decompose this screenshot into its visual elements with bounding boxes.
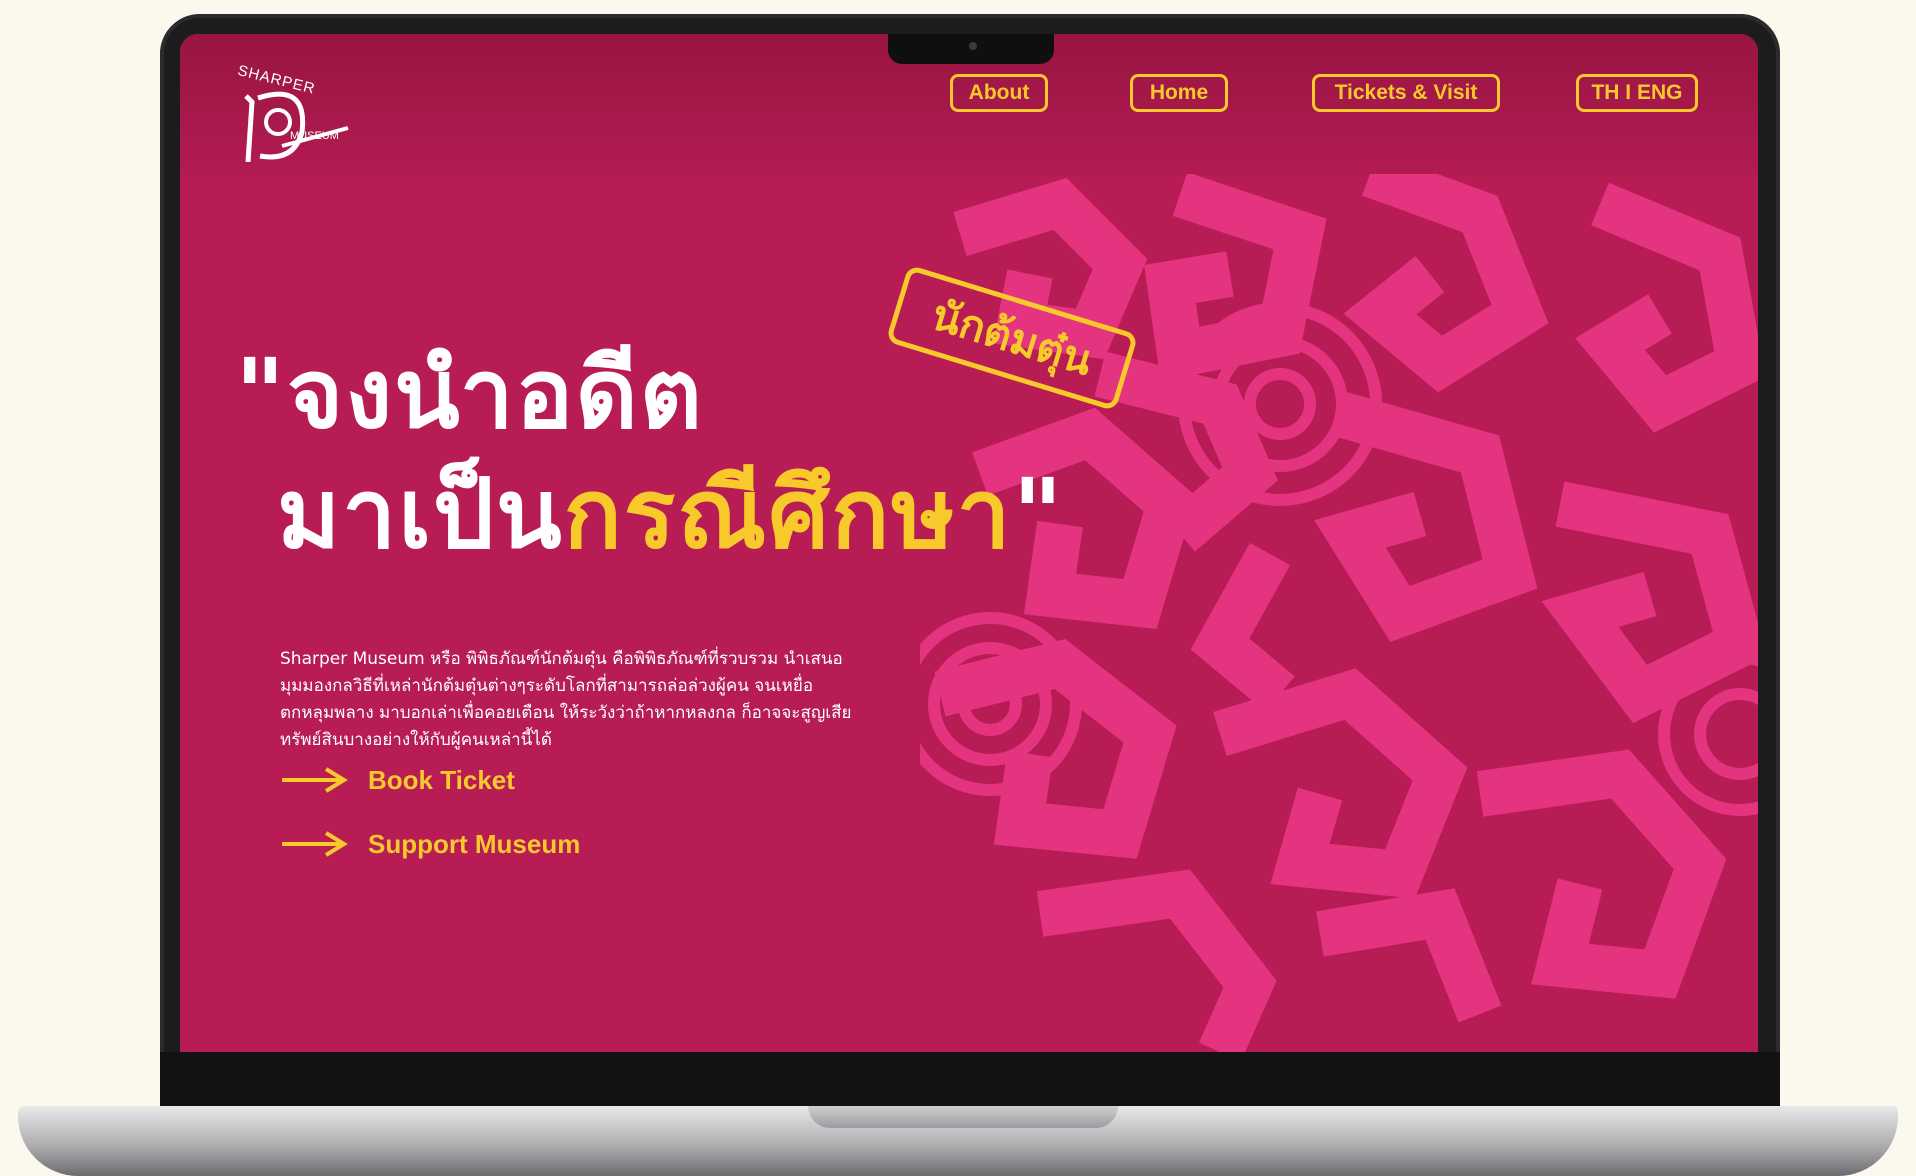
book-ticket-label: Book Ticket xyxy=(368,764,515,795)
camera-notch xyxy=(888,34,1054,64)
laptop-bottom-bezel xyxy=(160,1052,1780,1110)
laptop-opening-groove xyxy=(808,1106,1118,1128)
hero-headline: "จงนำอดีต มาเป็นกรณีศึกษา" xyxy=(235,334,1065,574)
logo-bottom-text: MUSEUM xyxy=(290,130,339,142)
headline-line-2: มาเป็นกรณีศึกษา" xyxy=(235,454,1065,574)
headline-line-2-white: มาเป็น xyxy=(277,458,564,570)
support-museum-label: Support Museum xyxy=(368,828,581,859)
website-screen: SHARPER MUSEUM About Home Tickets & Visi… xyxy=(180,34,1758,1052)
sharper-museum-logo[interactable]: SHARPER MUSEUM xyxy=(236,62,350,163)
language-toggle-button[interactable]: TH I ENG xyxy=(1576,74,1698,112)
headline-close-quote: " xyxy=(1012,458,1065,570)
support-museum-link[interactable]: Support Museum xyxy=(280,824,580,864)
hero-description: Sharper Museum หรือ พิพิธภัณฑ์นักต้มตุ๋น… xyxy=(280,649,852,750)
nav-home-button[interactable]: Home xyxy=(1130,74,1228,112)
arrow-right-icon xyxy=(282,767,348,793)
nav-tickets-visit-button[interactable]: Tickets & Visit xyxy=(1312,74,1500,112)
headline-highlight: กรณีศึกษา xyxy=(563,458,1013,570)
book-ticket-link[interactable]: Book Ticket xyxy=(280,760,515,800)
arrow-right-icon xyxy=(282,831,348,857)
camera-icon xyxy=(969,42,977,50)
nav-about-button[interactable]: About xyxy=(950,74,1048,112)
